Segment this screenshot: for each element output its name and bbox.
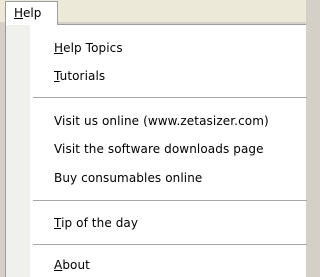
menu-item-tutorials[interactable]: Tutorials: [54, 69, 105, 83]
menu-item-visit-online[interactable]: Visit us online (www.zetasizer.com): [54, 114, 269, 128]
menu-item-about[interactable]: About: [54, 258, 90, 272]
menu-item-tip-of-the-day[interactable]: Tip of the day: [54, 216, 138, 230]
menu-icon-gutter: [6, 25, 30, 277]
menu-item-software-downloads[interactable]: Visit the software downloads page: [54, 142, 264, 156]
menu-item-help-topics[interactable]: Help Topics: [54, 41, 123, 55]
menu-item-accel: H: [54, 41, 64, 55]
menu-separator: [33, 200, 307, 201]
menu-item-accel: T: [54, 216, 62, 230]
menu-item-label: bout: [62, 258, 90, 272]
menu-separator: [33, 244, 307, 245]
help-menu-label: elp: [23, 6, 42, 20]
menu-item-label: Buy consumables online: [54, 171, 203, 185]
help-dropdown-menu: Help Topics Tutorials Visit us online (w…: [5, 24, 307, 277]
menu-item-label: Visit us online (www.zetasizer.com): [54, 114, 269, 128]
menu-item-buy-consumables[interactable]: Buy consumables online: [54, 171, 202, 185]
menu-item-label: elp Topics: [63, 41, 123, 55]
menu-separator: [33, 97, 307, 98]
menu-item-label: utorials: [59, 69, 106, 83]
menu-item-label: ip of the day: [61, 216, 139, 230]
menu-bar: Help: [0, 0, 306, 25]
menu-item-label: Visit the software downloads page: [54, 142, 264, 156]
help-menu[interactable]: Help: [5, 1, 58, 25]
help-menu-accel: H: [14, 6, 24, 20]
